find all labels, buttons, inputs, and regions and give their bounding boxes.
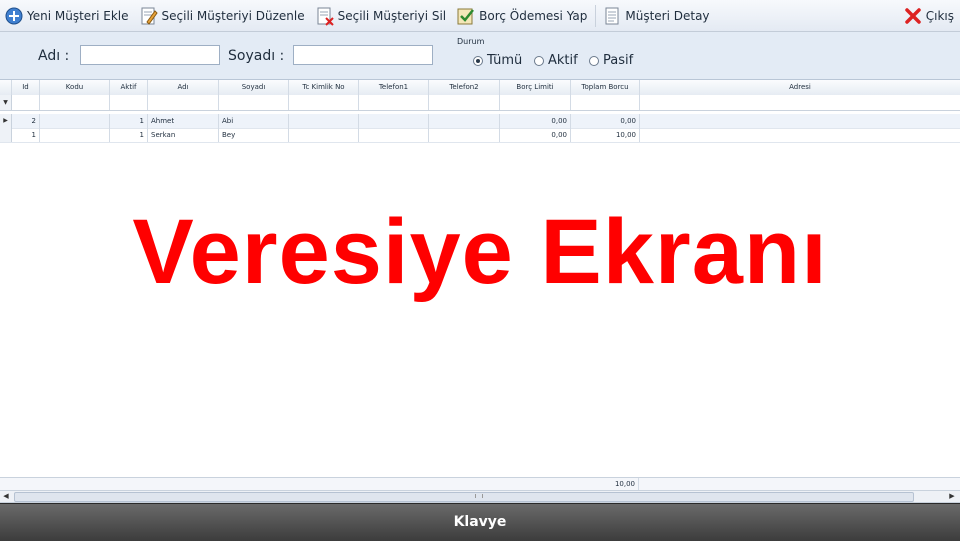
row-indicator [0, 128, 12, 142]
radio-unselected-icon [589, 55, 599, 66]
filter-cell[interactable] [289, 95, 359, 110]
exit-button[interactable]: Çıkış [899, 2, 960, 30]
status-radio-all[interactable]: Tümü [473, 53, 522, 68]
column-header-phone2[interactable]: Telefon2 [429, 80, 500, 95]
cell-name[interactable]: Ahmet [148, 114, 219, 128]
cell-active[interactable]: 1 [110, 128, 148, 142]
filter-cell[interactable] [500, 95, 571, 110]
cell-debt-limit[interactable]: 0,00 [500, 114, 571, 128]
filter-cell[interactable] [40, 95, 110, 110]
column-header-debt-limit[interactable]: Borç Limiti [500, 80, 571, 95]
cell-tc[interactable] [289, 114, 359, 128]
document-list-icon [602, 6, 622, 26]
name-label: Adı : [38, 48, 70, 64]
delete-document-icon [315, 6, 335, 26]
column-header-phone1[interactable]: Telefon1 [359, 80, 429, 95]
add-customer-button[interactable]: Yeni Müşteri Ekle [0, 2, 135, 30]
radio-unselected-icon [534, 55, 544, 66]
column-header-address[interactable]: Adresi [640, 80, 960, 95]
cell-id[interactable]: 1 [12, 128, 40, 142]
cell-name[interactable]: Serkan [148, 128, 219, 142]
row-pointer-icon: ▶ [0, 114, 12, 128]
table-row[interactable]: 1 1 Serkan Bey 0,00 10,00 [0, 128, 960, 143]
radio-selected-icon [473, 55, 483, 66]
surname-input[interactable] [293, 45, 433, 65]
filter-cell[interactable] [571, 95, 640, 110]
grip-icon [475, 494, 483, 498]
edit-customer-button[interactable]: Seçili Müşteriyi Düzenle [135, 2, 311, 30]
column-header-tc[interactable]: Tc Kimlik No [289, 80, 359, 95]
cell-address[interactable] [640, 114, 960, 128]
filter-cell[interactable] [148, 95, 219, 110]
customer-detail-label: Müşteri Detay [625, 8, 710, 23]
cell-address[interactable] [640, 128, 960, 142]
grid-header: Id Kodu Aktif Adı Soyadı Tc Kimlik No Te… [0, 80, 960, 96]
grid-summary-row: 10,00 [0, 477, 960, 491]
surname-label: Soyadı : [228, 48, 285, 64]
horizontal-scrollbar[interactable]: ◀ ▶ [0, 491, 960, 503]
status-all-label: Tümü [487, 53, 523, 68]
name-input[interactable] [80, 45, 220, 65]
grid-filter-row[interactable]: ▼ [0, 95, 960, 111]
status-active-label: Aktif [548, 53, 578, 68]
filter-panel: Adı : Soyadı : Durum Tümü Aktif Pasif [0, 32, 960, 80]
cell-phone2[interactable] [429, 128, 500, 142]
cell-code[interactable] [40, 114, 110, 128]
delete-customer-button[interactable]: Seçili Müşteriyi Sil [311, 2, 453, 30]
scroll-right-icon[interactable]: ▶ [946, 491, 958, 502]
exit-label: Çıkış [925, 8, 954, 23]
cell-surname[interactable]: Bey [219, 128, 289, 142]
debt-payment-label: Borç Ödemesi Yap [479, 8, 588, 23]
cell-id[interactable]: 2 [12, 114, 40, 128]
column-header-active[interactable]: Aktif [110, 80, 148, 95]
keyboard-button[interactable]: Klavye [0, 503, 960, 541]
total-debt-sum: 10,00 [571, 478, 639, 490]
filter-cell[interactable] [12, 95, 40, 110]
overlay-title: Veresiye Ekranı [132, 201, 828, 303]
cell-surname[interactable]: Abi [219, 114, 289, 128]
customer-detail-button[interactable]: Müşteri Detay [598, 2, 715, 30]
plus-circle-icon [4, 6, 24, 26]
status-passive-label: Pasif [603, 53, 634, 68]
cell-phone1[interactable] [359, 114, 429, 128]
header-indicator [0, 80, 12, 95]
scrollbar-thumb[interactable] [14, 492, 914, 502]
table-row[interactable]: ▶ 2 1 Ahmet Abi 0,00 0,00 [0, 114, 960, 129]
cell-phone2[interactable] [429, 114, 500, 128]
status-radio-active[interactable]: Aktif [534, 53, 578, 68]
cell-total-debt[interactable]: 0,00 [571, 114, 640, 128]
cell-debt-limit[interactable]: 0,00 [500, 128, 571, 142]
status-title: Durum [457, 37, 485, 46]
debt-payment-button[interactable]: Borç Ödemesi Yap [452, 2, 593, 30]
filter-cell[interactable] [359, 95, 429, 110]
column-header-total-debt[interactable]: Toplam Borcu [571, 80, 640, 95]
toolbar-separator [595, 4, 597, 27]
scroll-left-icon[interactable]: ◀ [0, 491, 12, 502]
close-icon [903, 6, 923, 26]
cell-tc[interactable] [289, 128, 359, 142]
edit-customer-label: Seçili Müşteriyi Düzenle [161, 8, 305, 23]
column-header-id[interactable]: Id [12, 80, 40, 95]
cell-phone1[interactable] [359, 128, 429, 142]
payment-check-icon [456, 6, 476, 26]
status-radio-passive[interactable]: Pasif [589, 53, 633, 68]
edit-document-icon [139, 6, 159, 26]
column-header-code[interactable]: Kodu [40, 80, 110, 95]
filter-funnel-icon: ▼ [0, 95, 12, 110]
filter-cell[interactable] [640, 95, 960, 110]
column-header-surname[interactable]: Soyadı [219, 80, 289, 95]
cell-active[interactable]: 1 [110, 114, 148, 128]
cell-code[interactable] [40, 128, 110, 142]
filter-cell[interactable] [219, 95, 289, 110]
add-customer-label: Yeni Müşteri Ekle [27, 8, 129, 23]
cell-total-debt[interactable]: 10,00 [571, 128, 640, 142]
delete-customer-label: Seçili Müşteriyi Sil [337, 8, 447, 23]
filter-cell[interactable] [110, 95, 148, 110]
toolbar: Yeni Müşteri Ekle Seçili Müşteriyi Düzen… [0, 0, 960, 32]
filter-cell[interactable] [429, 95, 500, 110]
column-header-name[interactable]: Adı [148, 80, 219, 95]
